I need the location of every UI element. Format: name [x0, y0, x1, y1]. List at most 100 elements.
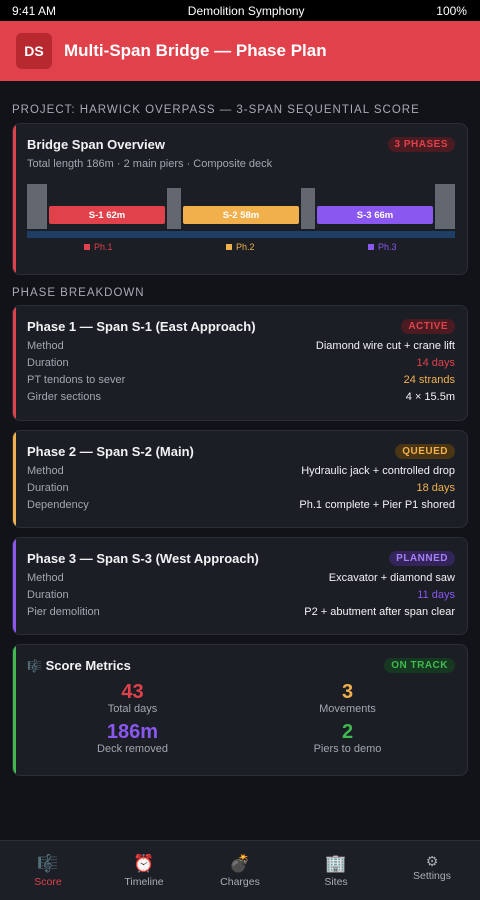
score-metrics-card[interactable]: 🎼 Score Metrics ON TRACK 43 Total days 3… [12, 644, 468, 776]
legend-swatch [226, 244, 232, 250]
card-accent [13, 645, 16, 775]
span-s2[interactable]: S-2 58m [183, 206, 299, 224]
row-value: P2 + abutment after span clear [304, 606, 455, 618]
metric-piers: 2 Piers to demo [240, 721, 455, 755]
metric-label: Total days [107, 703, 158, 715]
row-value: 24 strands [403, 374, 455, 386]
gear-icon: ⚙ [425, 853, 439, 869]
legend-label: Ph.1 [94, 242, 113, 252]
pier-p1 [167, 188, 181, 229]
span-s1[interactable]: S-1 62m [49, 206, 165, 224]
status-bar: 9:41 AM Demolition Symphony 100% [0, 0, 480, 21]
bridge-diagram: S-1 62m S-2 58m S-3 66m Ph.1 Ph.2 Ph.3 [27, 184, 455, 262]
phase-title: Phase 3 — Span S-3 (West Approach) [27, 551, 259, 566]
page-title: Multi-Span Bridge — Phase Plan [64, 41, 327, 60]
tab-settings[interactable]: ⚙ Settings [384, 841, 480, 900]
phases-badge: 3 PHASES [387, 137, 455, 152]
phase-card-3[interactable]: Phase 3 — Span S-3 (West Approach) PLANN… [12, 537, 468, 635]
row-key: Girder sections [27, 391, 101, 403]
legend-swatch [84, 244, 90, 250]
app-header: DS Multi-Span Bridge — Phase Plan [0, 21, 480, 81]
row-key: Duration [27, 357, 69, 369]
tab-score[interactable]: 🎼 Score [0, 841, 96, 900]
status-app-name: Demolition Symphony [187, 3, 305, 18]
metrics-title-text: Score Metrics [45, 658, 131, 673]
metric-value: 43 [121, 681, 144, 703]
bomb-icon: 💣 [229, 854, 251, 873]
metric-label: Piers to demo [313, 743, 382, 755]
breakdown-label: PHASE BREAKDOWN [12, 287, 145, 299]
card-accent [13, 124, 16, 274]
detail-row: Method Excavator + diamond saw [27, 570, 455, 587]
detail-row: Method Diamond wire cut + crane lift [27, 338, 455, 355]
row-value: Ph.1 complete + Pier P1 shored [299, 499, 455, 511]
overview-subtitle: Total length 186m · 2 main piers · Compo… [27, 158, 273, 170]
abutment-west [435, 184, 455, 229]
phase-title: Phase 1 — Span S-1 (East Approach) [27, 319, 256, 334]
metric-deck-removed: 186m Deck removed [25, 721, 240, 755]
metric-value: 186m [106, 721, 159, 743]
tab-timeline[interactable]: ⏰ Timeline [96, 841, 192, 900]
on-track-badge: ON TRACK [384, 658, 455, 673]
row-key: Duration [27, 589, 69, 601]
tab-sites[interactable]: 🏢 Sites [288, 841, 384, 900]
deck-baseline [27, 231, 455, 238]
metric-label: Movements [319, 703, 376, 715]
row-value: 18 days [416, 482, 455, 494]
legend-ph1: Ph.1 [84, 242, 113, 252]
metrics-grid: 43 Total days 3 Movements 186m Deck remo… [13, 681, 467, 755]
legend-ph3: Ph.3 [368, 242, 397, 252]
card-accent [13, 431, 16, 527]
phase-card-1[interactable]: Phase 1 — Span S-1 (East Approach) ACTIV… [12, 305, 468, 421]
detail-row: Duration 11 days [27, 587, 455, 604]
legend-label: Ph.2 [236, 242, 255, 252]
row-value: 14 days [416, 357, 455, 369]
tab-label: Sites [324, 876, 348, 888]
detail-row: Method Hydraulic jack + controlled drop [27, 463, 455, 480]
tab-label: Score [34, 876, 62, 888]
legend-swatch [368, 244, 374, 250]
metric-movements: 3 Movements [240, 681, 455, 715]
phase-title: Phase 2 — Span S-2 (Main) [27, 444, 194, 459]
score-icon: 🎼 [27, 659, 42, 673]
bottom-tab-bar: 🎼 Score ⏰ Timeline 💣 Charges 🏢 Sites ⚙ S… [0, 840, 480, 900]
detail-row: Duration 18 days [27, 480, 455, 497]
abutment-east [27, 184, 47, 229]
span-overview-card[interactable]: Bridge Span Overview 3 PHASES Total leng… [12, 123, 468, 275]
tab-charges[interactable]: 💣 Charges [192, 841, 288, 900]
status-badge: QUEUED [395, 444, 455, 459]
status-badge: ACTIVE [401, 319, 455, 334]
detail-row: Dependency Ph.1 complete + Pier P1 shored [27, 497, 455, 514]
status-badge: PLANNED [389, 551, 455, 566]
card-accent [13, 306, 16, 420]
phase-card-2[interactable]: Phase 2 — Span S-2 (Main) QUEUED Method H… [12, 430, 468, 528]
row-key: Method [27, 465, 64, 477]
row-value: Diamond wire cut + crane lift [315, 340, 455, 352]
row-key: PT tendons to sever [27, 374, 126, 386]
overview-title: Bridge Span Overview [27, 137, 165, 152]
pier-p2 [301, 188, 315, 229]
detail-row: Duration 14 days [27, 355, 455, 372]
alarm-clock-icon: ⏰ [133, 854, 155, 873]
tab-label: Settings [413, 870, 451, 882]
row-key: Dependency [27, 499, 89, 511]
row-key: Duration [27, 482, 69, 494]
building-icon: 🏢 [325, 854, 347, 873]
row-key: Pier demolition [27, 606, 100, 618]
row-value: 11 days [417, 589, 455, 601]
row-key: Method [27, 572, 64, 584]
detail-row: PT tendons to sever 24 strands [27, 372, 455, 389]
status-time: 9:41 AM [12, 3, 57, 18]
row-value: 4 × 15.5m [405, 391, 455, 403]
detail-row: Pier demolition P2 + abutment after span … [27, 604, 455, 621]
legend-ph2: Ph.2 [226, 242, 255, 252]
metric-total-days: 43 Total days [25, 681, 240, 715]
tab-label: Charges [220, 876, 260, 888]
span-s3[interactable]: S-3 66m [317, 206, 433, 224]
row-value: Excavator + diamond saw [328, 572, 455, 584]
score-icon: 🎼 [37, 854, 59, 873]
app-logo[interactable]: DS [16, 33, 52, 69]
detail-row: Girder sections 4 × 15.5m [27, 389, 455, 406]
metric-label: Deck removed [97, 743, 168, 755]
metric-value: 2 [341, 721, 354, 743]
